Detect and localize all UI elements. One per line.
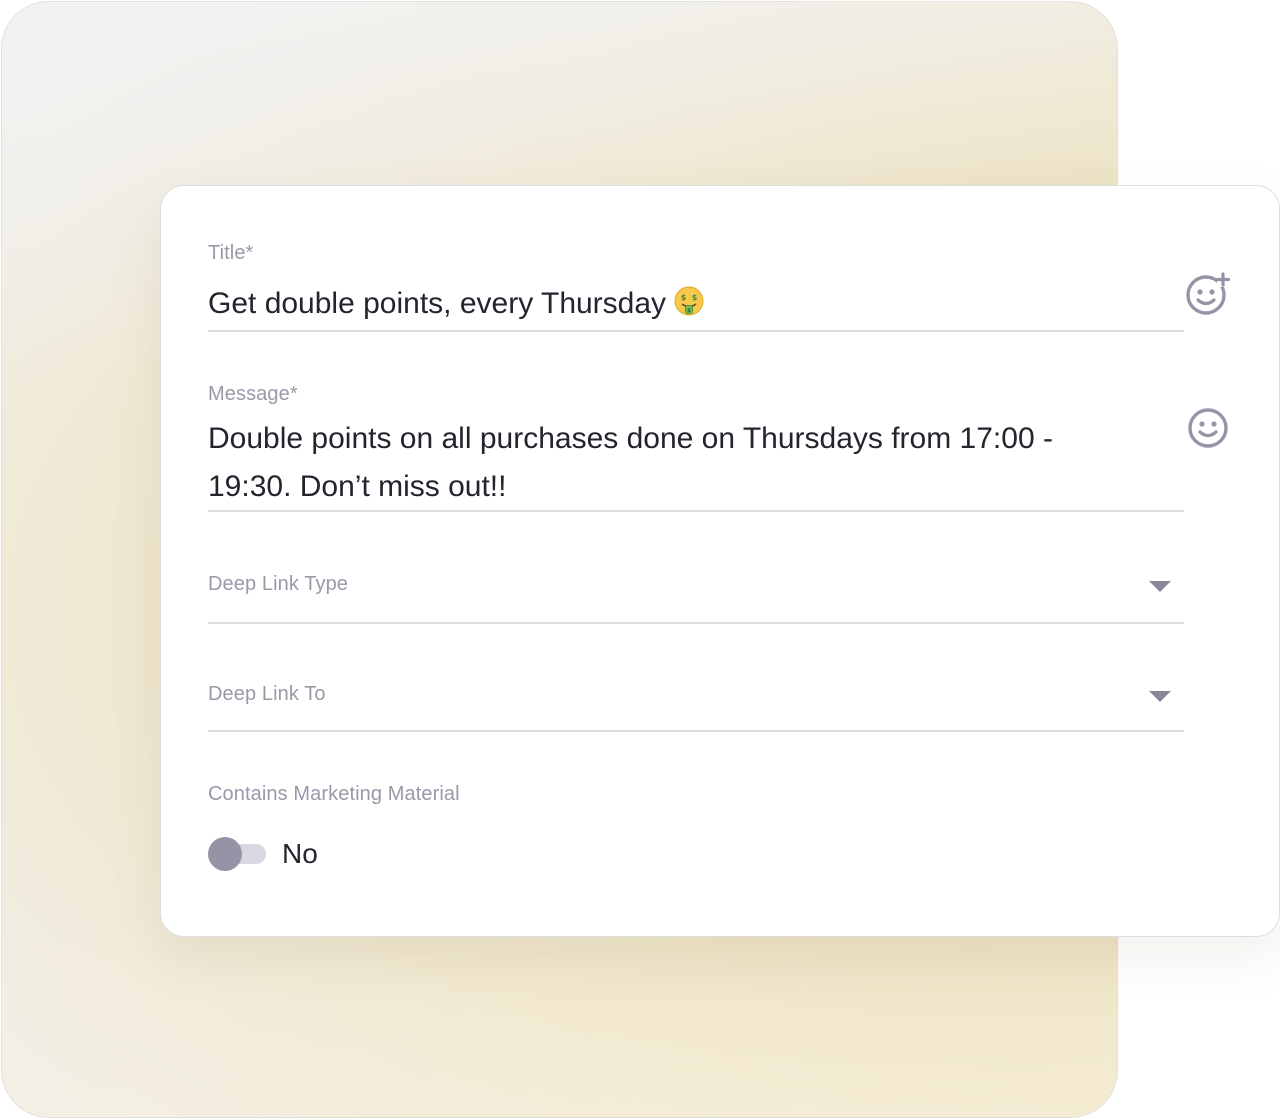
message-input-line-2: 19:30. Don’t miss out!!: [208, 470, 507, 503]
marketing-label: Contains Marketing Material: [208, 783, 460, 805]
svg-text:$: $: [692, 293, 698, 302]
marketing-toggle-state: No: [282, 838, 318, 869]
add-emoji-icon[interactable]: [1183, 270, 1231, 318]
title-underline: [208, 330, 1184, 332]
svg-text:$: $: [681, 293, 687, 302]
message-underline: [208, 510, 1184, 512]
deep-link-type-underline: [208, 622, 1184, 624]
emoji-icon[interactable]: [1184, 404, 1232, 452]
title-input[interactable]: Get double points, every Thursday $ $ $: [208, 286, 704, 321]
message-input-line-1: Double points on all purchases done on T…: [208, 422, 1053, 455]
deep-link-to-underline: [208, 730, 1184, 732]
marketing-toggle[interactable]: [208, 837, 268, 871]
message-label: Message*: [208, 383, 298, 405]
deep-link-to-label: Deep Link To: [208, 683, 326, 705]
toggle-thumb: [208, 837, 242, 871]
chevron-down-icon[interactable]: [1149, 581, 1171, 592]
money-mouth-face-icon: $ $ $: [674, 286, 704, 316]
deep-link-type-label: Deep Link Type: [208, 573, 349, 595]
chevron-down-icon[interactable]: [1149, 691, 1171, 702]
notification-form-card: Title* Get double points, every Thursday…: [160, 185, 1280, 937]
title-label: Title*: [208, 242, 254, 264]
svg-text:$: $: [687, 308, 691, 314]
title-input-value: Get double points, every Thursday: [208, 287, 667, 320]
